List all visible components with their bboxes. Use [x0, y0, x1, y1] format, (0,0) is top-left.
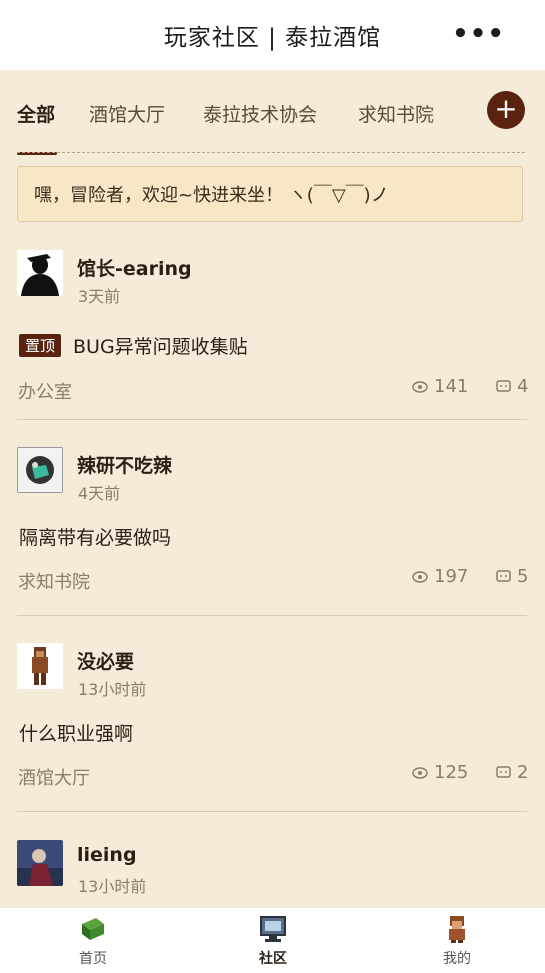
eye-icon [412, 766, 428, 779]
nav-community-label: 社区 [259, 951, 287, 967]
top-bar: 玩家社区 | 泰拉酒馆 ••• [0, 0, 545, 70]
comment-count: 4 [496, 376, 528, 397]
post-time: 4天前 [78, 484, 121, 503]
post-time: 13小时前 [78, 877, 147, 896]
welcome-banner: 嘿，冒险者，欢迎~快进来坐！ ヽ(￣▽￣)ノ [17, 166, 523, 222]
view-count-value: 141 [434, 376, 469, 397]
character-icon [442, 914, 472, 944]
post-item[interactable]: 馆长-earing 3天前 置顶 BUG异常问题收集贴 办公室 141 4 [0, 250, 545, 410]
avatar[interactable] [17, 643, 63, 689]
tab-tavern-hall[interactable]: 酒馆大厅 [89, 100, 165, 127]
forum-label[interactable]: 求知书院 [18, 568, 90, 594]
comment-count-value: 5 [517, 566, 529, 587]
post-item[interactable]: 没必要 13小时前 什么职业强啊 酒馆大厅 125 2 [0, 643, 545, 803]
comment-count: 5 [496, 566, 528, 587]
eye-icon [412, 570, 428, 583]
post-title[interactable]: 置顶 BUG异常问题收集贴 [19, 332, 248, 359]
post-divider [17, 419, 527, 420]
nav-home[interactable]: 首页 [48, 914, 138, 968]
view-count-value: 125 [434, 762, 469, 783]
page-title: 玩家社区 | 泰拉酒馆 [163, 25, 382, 51]
view-count: 197 [412, 566, 468, 587]
author-name[interactable]: 没必要 [77, 647, 134, 674]
avatar[interactable] [17, 840, 63, 886]
tabs-divider [17, 152, 525, 153]
post-title-text[interactable]: BUG异常问题收集贴 [73, 332, 248, 359]
post-time: 13小时前 [78, 680, 147, 699]
post-title-text[interactable]: 什么职业强啊 [19, 719, 133, 746]
avatar[interactable] [17, 447, 63, 493]
post-divider [17, 615, 527, 616]
computer-icon [258, 914, 288, 944]
bottom-navigation: 首页 社区 我的 [0, 908, 545, 973]
more-dots-icon[interactable]: ••• [452, 21, 505, 47]
comment-count-value: 4 [517, 376, 529, 397]
post-title[interactable]: 隔离带有必要做吗 [19, 523, 171, 550]
tab-tech-association[interactable]: 泰拉技术协会 [203, 100, 317, 127]
post-title-text[interactable]: 隔离带有必要做吗 [19, 523, 171, 550]
post-item[interactable]: 辣研不吃辣 4天前 隔离带有必要做吗 求知书院 197 5 [0, 447, 545, 607]
author-name[interactable]: 辣研不吃辣 [77, 451, 172, 478]
comment-count: 2 [496, 762, 528, 783]
forum-label[interactable]: 办公室 [18, 378, 72, 404]
nav-profile[interactable]: 我的 [412, 914, 502, 968]
post-divider [17, 811, 527, 812]
post-item[interactable]: lieing 13小时前 [0, 840, 545, 905]
tab-all[interactable]: 全部 [17, 100, 55, 127]
nav-home-label: 首页 [79, 951, 107, 967]
tab-academy[interactable]: 求知书院 [358, 100, 434, 127]
nav-profile-label: 我的 [443, 951, 471, 967]
forum-label[interactable]: 酒馆大厅 [18, 764, 90, 790]
nav-community[interactable]: 社区 [228, 914, 318, 968]
author-name[interactable]: 馆长-earing [77, 254, 192, 281]
book-icon [78, 914, 108, 944]
comment-count-value: 2 [517, 762, 529, 783]
view-count-value: 197 [434, 566, 469, 587]
eye-icon [412, 380, 428, 393]
tabs-fade [425, 86, 485, 136]
comment-icon [496, 570, 511, 582]
post-title[interactable]: 什么职业强啊 [19, 719, 133, 746]
comment-icon [496, 380, 511, 392]
add-post-button[interactable]: + [487, 91, 525, 129]
comment-icon [496, 766, 511, 778]
avatar[interactable] [17, 250, 63, 296]
post-time: 3天前 [78, 287, 121, 306]
view-count: 125 [412, 762, 468, 783]
pinned-badge: 置顶 [19, 334, 62, 357]
author-name[interactable]: lieing [77, 844, 137, 866]
view-count: 141 [412, 376, 468, 397]
